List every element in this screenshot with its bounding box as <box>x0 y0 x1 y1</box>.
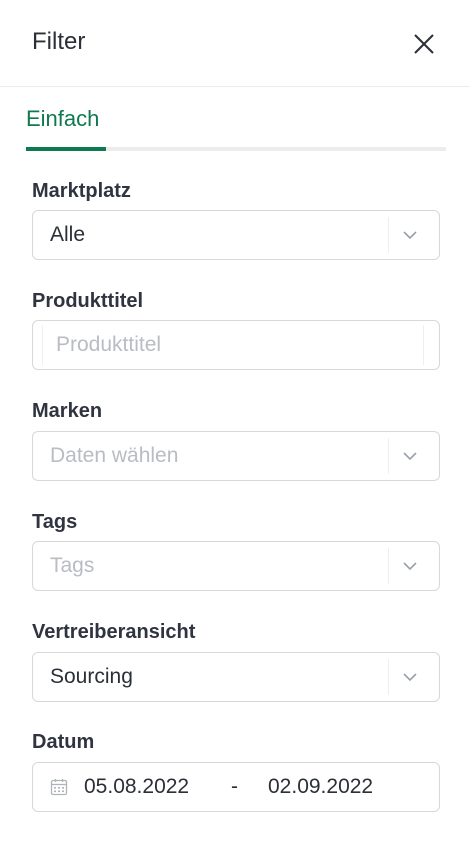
chevron-down-icon[interactable] <box>401 447 419 465</box>
tab-einfach[interactable]: Einfach <box>26 106 99 132</box>
vertreiberansicht-value: Sourcing <box>50 665 133 688</box>
tags-select[interactable]: Tags <box>32 541 440 591</box>
filter-header: Filter <box>0 0 470 87</box>
select-divider <box>388 548 389 584</box>
vertreiberansicht-label: Vertreiberansicht <box>32 621 196 643</box>
chevron-down-icon[interactable] <box>401 557 419 575</box>
date-to-input[interactable]: 02.09.2022 <box>268 775 373 799</box>
tab-bar: Einfach <box>26 100 446 152</box>
marktplatz-label: Marktplatz <box>32 180 131 202</box>
marktplatz-select[interactable]: Alle <box>32 210 440 260</box>
produkttitel-input[interactable]: Produkttitel <box>32 320 440 370</box>
select-divider <box>388 438 389 474</box>
input-right-divider <box>423 325 424 365</box>
close-icon[interactable] <box>410 30 438 58</box>
marken-label: Marken <box>32 400 103 422</box>
marken-placeholder: Daten wählen <box>50 444 179 467</box>
select-divider <box>388 217 389 253</box>
datum-label: Datum <box>32 731 95 753</box>
date-from-input[interactable]: 05.08.2022 <box>84 775 189 799</box>
vertreiberansicht-select[interactable]: Sourcing <box>32 652 440 702</box>
marken-select[interactable]: Daten wählen <box>32 431 440 481</box>
marktplatz-value: Alle <box>50 223 86 246</box>
chevron-down-icon[interactable] <box>401 226 419 244</box>
tab-active-indicator <box>26 147 106 151</box>
produkttitel-placeholder: Produkttitel <box>56 333 162 356</box>
panel-title: Filter <box>32 28 86 55</box>
tags-placeholder: Tags <box>50 554 95 577</box>
chevron-down-icon[interactable] <box>401 668 419 686</box>
tags-label: Tags <box>32 511 78 533</box>
select-divider <box>388 659 389 695</box>
datum-range-picker[interactable]: 05.08.2022 - 02.09.2022 <box>32 762 440 812</box>
date-separator: - <box>231 775 238 798</box>
produkttitel-label: Produkttitel <box>32 290 144 312</box>
input-left-divider <box>42 325 43 365</box>
calendar-icon <box>50 779 68 796</box>
